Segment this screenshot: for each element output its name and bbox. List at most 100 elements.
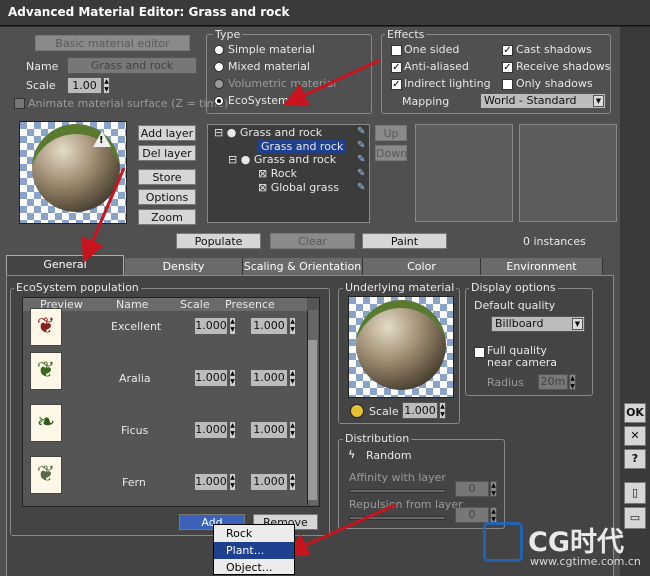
lightning-icon: ϟ	[348, 448, 356, 461]
add-layer-button[interactable]: Add layer	[138, 125, 196, 141]
animate-checkbox[interactable]	[14, 98, 25, 109]
anti-aliased-checkbox[interactable]: ✓	[391, 62, 402, 73]
receive-shadows-label: Receive shadows	[516, 60, 611, 73]
full-quality-checkbox[interactable]	[474, 347, 485, 358]
help-icon[interactable]: ?	[624, 449, 646, 469]
presence-spinner[interactable]: ▲ ▼	[289, 473, 296, 491]
tab-color[interactable]: Color	[363, 258, 481, 275]
del-layer-button[interactable]: Del layer	[138, 145, 196, 161]
clear-button[interactable]: Clear	[270, 233, 355, 249]
watermark-logo	[483, 522, 523, 562]
open-file-icon[interactable]: ▭	[624, 507, 646, 529]
scale-spinner[interactable]: ▲ ▼	[103, 77, 110, 94]
window-title: Advanced Material Editor: Grass and rock	[0, 0, 650, 26]
pencil-icon[interactable]: ✎	[357, 168, 365, 179]
pencil-icon[interactable]: ✎	[357, 140, 365, 151]
tab-general[interactable]: General	[6, 255, 124, 275]
presence-spinner[interactable]: ▲ ▼	[289, 421, 296, 439]
tree-item-rock[interactable]: ⊠ Rock	[258, 167, 297, 180]
mapping-label: Mapping	[402, 95, 450, 108]
options-button[interactable]: Options	[138, 189, 196, 205]
radius-field[interactable]: 20m	[538, 374, 568, 390]
material-swap-icon[interactable]	[350, 404, 364, 418]
option-ecosystem-label: EcoSystem	[228, 94, 289, 107]
tab-environment[interactable]: Environment	[481, 258, 603, 275]
menu-item-object[interactable]: Object...	[214, 559, 294, 576]
down-button[interactable]: Down	[375, 145, 407, 161]
radio-mixed[interactable]	[214, 62, 224, 72]
store-button[interactable]: Store	[138, 169, 196, 185]
plant-presence-field[interactable]: 1.000	[250, 369, 288, 387]
pencil-icon[interactable]: ✎	[357, 154, 365, 165]
scale-spinner[interactable]: ▲ ▼	[229, 421, 236, 439]
option-mixed-label: Mixed material	[228, 60, 310, 73]
only-shadows-label: Only shadows	[516, 77, 593, 90]
plant-scale-field[interactable]: 1.000	[194, 369, 228, 387]
plant-name: Ficus	[121, 424, 149, 437]
quality-select[interactable]: Billboard ▼	[491, 316, 585, 332]
instance-count: 0 instances	[523, 235, 586, 248]
repulsion-spinner[interactable]: ▲ ▼	[490, 507, 497, 523]
new-file-icon[interactable]: ▯	[624, 482, 646, 504]
mapping-value: World - Standard	[484, 94, 577, 107]
add-context-menu: Rock Plant... Object...	[213, 524, 295, 575]
repulsion-field[interactable]: 0	[455, 507, 489, 523]
tree-item-group[interactable]: ⊟ ● Grass and rock	[228, 153, 336, 166]
pencil-icon[interactable]: ✎	[357, 182, 365, 193]
name-field[interactable]: Grass and rock	[67, 57, 197, 74]
presence-spinner[interactable]: ▲ ▼	[289, 369, 296, 387]
layer-thumb-2	[519, 124, 617, 222]
plant-presence-field[interactable]: 1.000	[250, 421, 288, 439]
zoom-button[interactable]: Zoom	[138, 209, 196, 225]
plant-presence-field[interactable]: 1.000	[250, 317, 288, 335]
menu-item-rock[interactable]: Rock	[214, 525, 294, 542]
affinity-spinner[interactable]: ▲ ▼	[490, 481, 497, 497]
pencil-icon[interactable]: ✎	[357, 126, 365, 137]
affinity-label: Affinity with layer	[349, 471, 446, 484]
chevron-down-icon: ▼	[593, 95, 604, 107]
ok-button[interactable]: OK	[624, 403, 646, 423]
affinity-field[interactable]: 0	[455, 481, 489, 497]
scale-spinner[interactable]: ▲ ▼	[229, 369, 236, 387]
radio-simple[interactable]	[214, 45, 224, 55]
indirect-lighting-label: Indirect lighting	[404, 77, 491, 90]
close-icon[interactable]: ✕	[624, 426, 646, 446]
tree-item-selected[interactable]: Grass and rock	[258, 140, 347, 153]
mapping-select[interactable]: World - Standard ▼	[480, 93, 606, 109]
radio-volumetric[interactable]	[214, 79, 224, 89]
radio-ecosystem[interactable]	[214, 96, 224, 106]
basic-material-editor-button[interactable]: Basic material editor	[35, 35, 190, 51]
tree-item-grass[interactable]: ⊠ Global grass	[258, 181, 339, 194]
receive-shadows-checkbox[interactable]: ✓	[502, 62, 513, 73]
populate-button[interactable]: Populate	[176, 233, 261, 249]
tree-item-root[interactable]: ⊟ ● Grass and rock	[214, 126, 322, 139]
menu-item-plant[interactable]: Plant...	[214, 542, 294, 559]
plant-scale-field[interactable]: 1.000	[194, 473, 228, 491]
underlying-scale-field[interactable]: 1.000	[402, 402, 438, 419]
tab-scaling[interactable]: Scaling & Orientation	[243, 258, 363, 275]
cast-shadows-checkbox[interactable]: ✓	[502, 45, 513, 56]
scale-field[interactable]: 1.00	[67, 77, 102, 94]
repulsion-label: Repulsion from layer	[349, 498, 463, 511]
paint-button[interactable]: Paint	[362, 233, 447, 249]
radius-spinner[interactable]: ▲ ▼	[569, 374, 576, 390]
scrollbar-thumb[interactable]	[308, 340, 317, 500]
scale-spinner[interactable]: ▲ ▼	[229, 317, 236, 335]
up-button[interactable]: Up	[375, 125, 407, 141]
presence-spinner[interactable]: ▲ ▼	[289, 317, 296, 335]
scale-spinner[interactable]: ▲ ▼	[229, 473, 236, 491]
plant-name: Excellent	[111, 320, 162, 333]
plant-scale-field[interactable]: 1.000	[194, 421, 228, 439]
underlying-scale-spinner[interactable]: ▲ ▼	[439, 402, 446, 419]
plant-scale-field[interactable]: 1.000	[194, 317, 228, 335]
leaf-icon: ❦	[36, 462, 56, 487]
plant-preview: ❦	[30, 456, 62, 494]
one-sided-checkbox[interactable]	[391, 45, 402, 56]
indirect-lighting-checkbox[interactable]: ✓	[391, 79, 402, 90]
tab-density[interactable]: Density	[125, 258, 243, 275]
layer-thumb-1	[415, 124, 513, 222]
only-shadows-checkbox[interactable]	[502, 79, 513, 90]
affinity-slider[interactable]	[349, 489, 446, 493]
plant-presence-field[interactable]: 1.000	[250, 473, 288, 491]
repulsion-slider[interactable]	[349, 516, 446, 520]
